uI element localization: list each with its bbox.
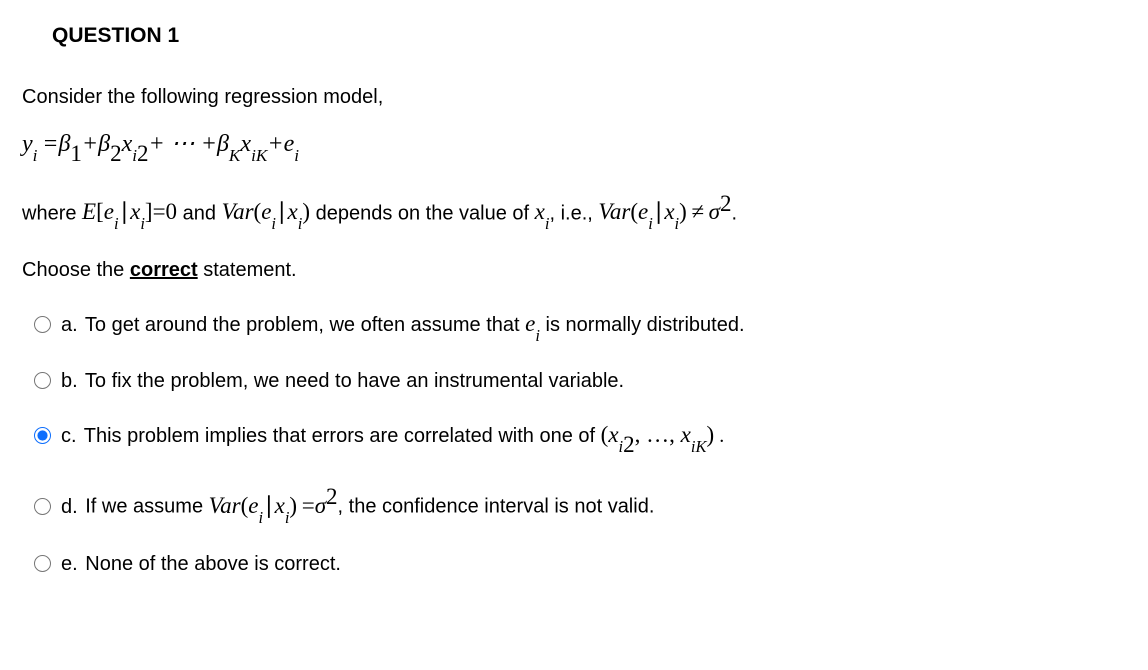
option-letter: e. (61, 553, 78, 575)
where-clause: where E[ei∣xi]=0 and Var(ei∣xi) depends … (22, 187, 1128, 233)
radio-d[interactable] (34, 498, 51, 515)
intro-text: Consider the following regression model, (22, 82, 1128, 112)
option-c: c. This problem implies that errors are … (34, 418, 1128, 458)
radio-b[interactable] (34, 372, 51, 389)
radio-e[interactable] (34, 555, 51, 572)
option-text: To get around the problem, we often assu… (85, 314, 525, 336)
option-tail: is normally distributed. (546, 314, 745, 336)
option-d: d. If we assume Var(ei∣xi) =σ2, the conf… (34, 480, 1128, 526)
option-letter: a. (61, 314, 78, 336)
choose-statement: Choose the correct statement. (22, 255, 1128, 285)
option-e: e. None of the above is correct. (34, 549, 1128, 579)
question-title: QUESTION 1 (52, 20, 1128, 52)
radio-c[interactable] (34, 427, 51, 444)
option-letter: b. (61, 370, 78, 392)
option-suffix: , the confidence interval is not valid. (338, 496, 655, 518)
option-text: This problem implies that errors are cor… (84, 425, 601, 447)
regression-equation: yi =β1+β2xi2+ ⋯ +βKxiK+ei (22, 126, 1128, 167)
option-a: a. To get around the problem, we often a… (34, 307, 1128, 344)
radio-a[interactable] (34, 316, 51, 333)
option-letter: c. (61, 425, 77, 447)
option-b: b. To fix the problem, we need to have a… (34, 366, 1128, 396)
option-letter: d. (61, 496, 78, 518)
option-text: To fix the problem, we need to have an i… (85, 370, 624, 392)
option-prefix: If we assume (85, 496, 208, 518)
option-text: None of the above is correct. (85, 553, 341, 575)
